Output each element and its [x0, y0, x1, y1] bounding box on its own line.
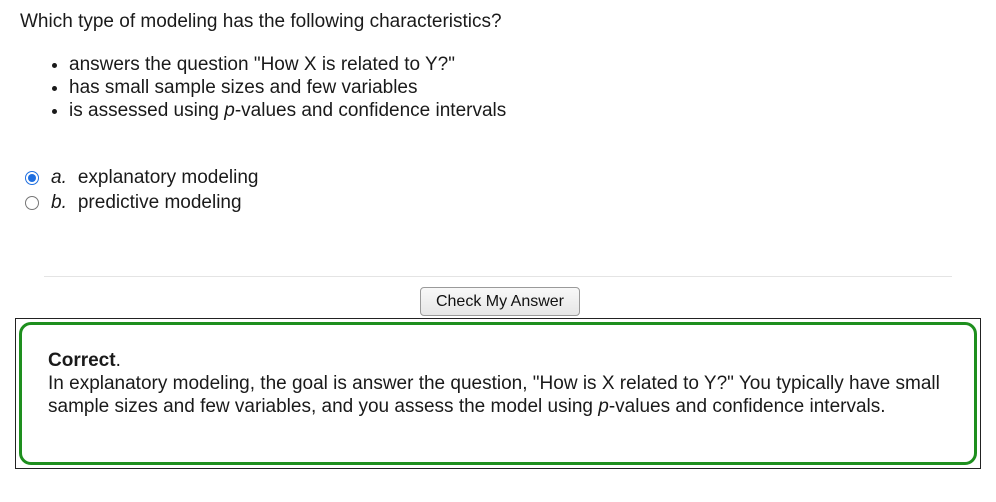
option-a[interactable]: a. explanatory modeling: [25, 165, 258, 190]
option-letter: a.: [51, 166, 67, 188]
characteristic-text: answers the question "How X is related t…: [69, 54, 455, 75]
characteristics-list: answers the question "How X is related t…: [48, 53, 506, 122]
feedback-text-suffix: -values and confidence intervals.: [608, 396, 886, 417]
option-letter: b.: [51, 191, 67, 213]
radio-a[interactable]: [25, 170, 39, 185]
feedback-text-italic: p: [598, 396, 609, 417]
feedback-panel: Correct. In explanatory modeling, the go…: [15, 318, 981, 469]
divider: [44, 276, 952, 277]
option-label[interactable]: predictive modeling: [78, 192, 242, 214]
feedback-status-word: Correct: [48, 350, 116, 371]
answer-options: a. explanatory modeling b. predictive mo…: [25, 165, 258, 215]
question-text: Which type of modeling has the following…: [20, 11, 502, 32]
characteristic-item: is assessed using p-values and confidenc…: [69, 99, 506, 122]
characteristic-text-italic: p: [224, 100, 235, 121]
feedback-explanation: In explanatory modeling, the goal is ans…: [48, 372, 948, 418]
feedback-box: Correct. In explanatory modeling, the go…: [19, 322, 977, 465]
check-answer-button[interactable]: Check My Answer: [420, 287, 580, 316]
characteristic-text: has small sample sizes and few variables: [69, 77, 418, 98]
feedback-status-suffix: .: [115, 350, 121, 371]
radio-b[interactable]: [25, 195, 39, 210]
characteristic-item: has small sample sizes and few variables: [69, 76, 506, 99]
feedback-status: Correct.: [48, 349, 948, 372]
option-b[interactable]: b. predictive modeling: [25, 190, 258, 215]
option-label[interactable]: explanatory modeling: [78, 167, 259, 189]
characteristic-text-prefix: is assessed using: [69, 100, 225, 121]
characteristic-text-suffix: -values and confidence intervals: [234, 100, 507, 121]
characteristic-item: answers the question "How X is related t…: [69, 53, 506, 76]
